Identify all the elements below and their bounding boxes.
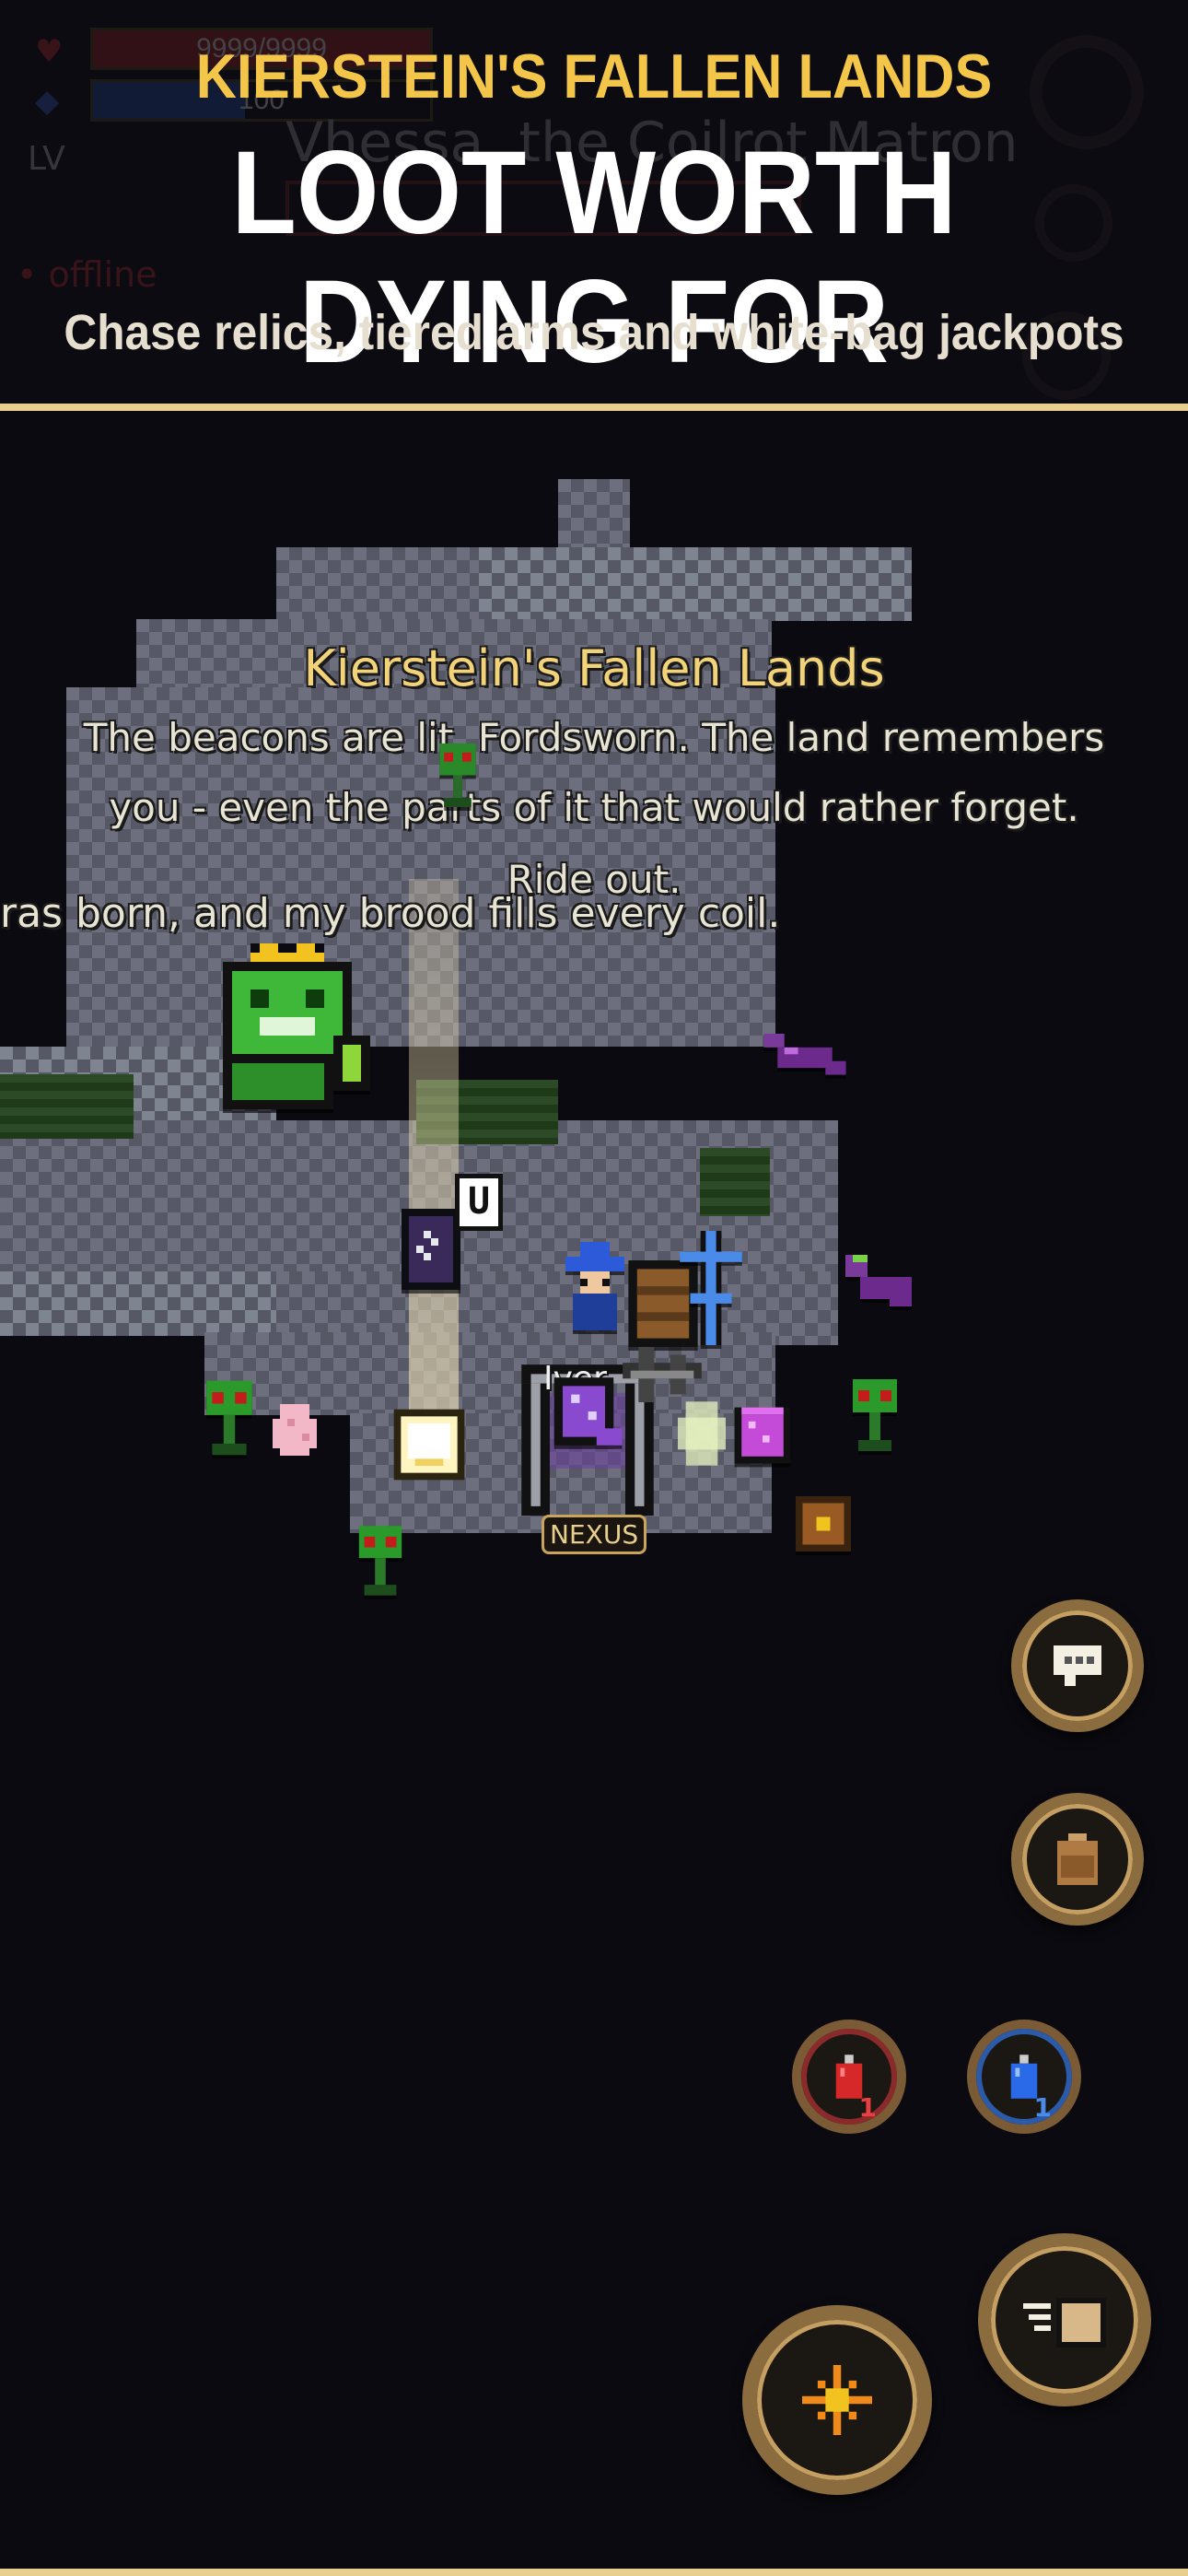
ability-button[interactable] [742, 2305, 932, 2495]
purple-potion-item[interactable] [728, 1400, 798, 1470]
backpack-icon [1057, 1833, 1098, 1885]
boss-coilrot-matron[interactable] [204, 943, 370, 1118]
chat-button[interactable] [1011, 1599, 1144, 1732]
floor-tile [479, 547, 912, 621]
banner-subline: Chase relics, tiered arms and white-bag … [64, 305, 1124, 360]
sparkle-icon [802, 2365, 872, 2435]
grass-patch [0, 1074, 134, 1139]
banner-divider [0, 404, 1188, 411]
mp-potion-button[interactable]: 1 [967, 2020, 1081, 2134]
brown-loot-bag[interactable] [796, 1496, 851, 1551]
speed-card-icon [1023, 2298, 1106, 2348]
blue-staff-item[interactable] [680, 1231, 742, 1345]
tree-enemy[interactable] [201, 1380, 258, 1456]
floor-tile [0, 1271, 276, 1336]
loot-light-beam [409, 879, 459, 1413]
bottom-divider [0, 2569, 1188, 2576]
equipment-marker: U [455, 1174, 503, 1231]
banner-tagline: KIERSTEIN'S FALLEN LANDS [195, 41, 993, 111]
promo-banner: ♥ 9999/9999 ◆ 100 LV Vhessa, the Coilrot… [0, 0, 1188, 405]
white-loot-bag[interactable] [387, 1402, 472, 1487]
inventory-button[interactable] [1011, 1793, 1144, 1926]
wizard-ally[interactable] [556, 1242, 634, 1330]
dash-button[interactable] [978, 2233, 1151, 2406]
hp-potion-count: 1 [858, 2092, 877, 2123]
mp-potion-count: 1 [1033, 2092, 1052, 2123]
chat-bubble-icon [1054, 1645, 1101, 1686]
purple-worm-enemy[interactable] [845, 1255, 919, 1314]
tree-enemy[interactable] [354, 1526, 407, 1596]
purple-worm-enemy[interactable] [761, 1034, 849, 1082]
floor-tile [558, 479, 630, 553]
tree-enemy[interactable] [425, 739, 490, 807]
pink-egg-item[interactable] [273, 1404, 317, 1456]
game-field[interactable]: Kierstein's Fallen Lands The beacons are… [0, 411, 1188, 2567]
tree-enemy[interactable] [847, 1378, 903, 1452]
portal-label: NEXUS [542, 1515, 647, 1554]
boss-speech: ras born, and my brood fills every coil. [0, 890, 781, 937]
mana-icon: ◆ [35, 83, 60, 120]
intro-line-2: you - even the parts of it that would ra… [109, 785, 1079, 830]
intro-line-1: The beacons are lit, Fordsworn. The land… [83, 715, 1105, 760]
grey-crossbow-item[interactable] [623, 1347, 702, 1402]
hp-potion-button[interactable]: 1 [792, 2020, 906, 2134]
zone-title: Kierstein's Fallen Lands [303, 639, 885, 697]
purple-mage-player[interactable] [545, 1369, 623, 1454]
grass-patch [700, 1148, 770, 1216]
pale-gem-item[interactable] [678, 1400, 726, 1467]
